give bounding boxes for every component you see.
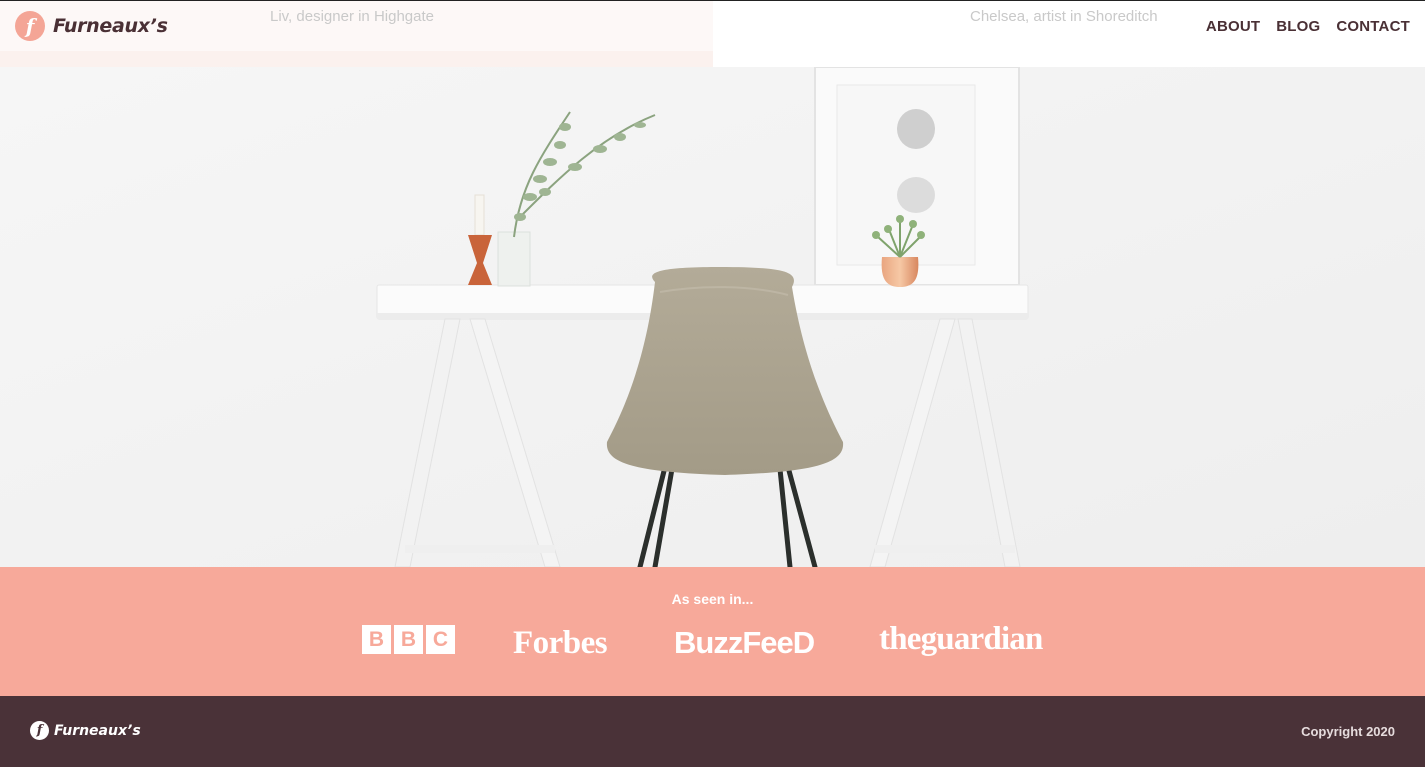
buzzfeed-logo: BuzzFeeD — [674, 625, 815, 660]
site-header: f Furneaux’s Liv, designer in Highgate C… — [0, 0, 1425, 68]
picture-frame — [814, 67, 1020, 286]
footer-brand-logo[interactable]: f Furneaux’s — [30, 721, 141, 740]
hero-image — [0, 67, 1425, 567]
page: f Furneaux’s Liv, designer in Highgate C… — [0, 0, 1425, 767]
brand-name: Furneaux’s — [53, 15, 168, 37]
nav-blog[interactable]: BLOG — [1276, 18, 1320, 35]
brand-logo[interactable]: f Furneaux’s — [15, 11, 168, 41]
nav-about[interactable]: ABOUT — [1206, 18, 1260, 35]
footer-brand-name: Furneaux’s — [54, 722, 141, 739]
guardian-logo: theguardian — [879, 621, 1043, 657]
site-footer: f Furneaux’s Copyright 2020 — [0, 696, 1425, 767]
nav-contact[interactable]: CONTACT — [1336, 18, 1410, 35]
desk-chair-photo — [0, 67, 1425, 567]
bbc-logo: B B C — [362, 625, 458, 654]
press-title: As seen in... — [671, 591, 754, 607]
logo-badge-letter: f — [25, 14, 35, 38]
testimonial-author: Chelsea, artist in Shoreditch — [970, 8, 1158, 25]
copyright-text: Copyright 2020 — [1301, 724, 1395, 739]
footer-logo-badge-icon: f — [30, 721, 49, 740]
testimonial-author: Liv, designer in Highgate — [270, 8, 434, 25]
bbc-letter: B — [400, 628, 417, 651]
press-section: As seen in... B B C Forbes BuzzFeeD theg… — [0, 567, 1425, 696]
logo-badge-icon: f — [15, 11, 45, 41]
forbes-logo: Forbes — [513, 625, 608, 661]
header-left-strip — [0, 51, 713, 68]
footer-badge-letter: f — [36, 723, 43, 738]
bbc-letter: C — [432, 628, 449, 651]
main-nav: ABOUT BLOG CONTACT — [1190, 18, 1410, 35]
bbc-letter: B — [368, 628, 385, 651]
